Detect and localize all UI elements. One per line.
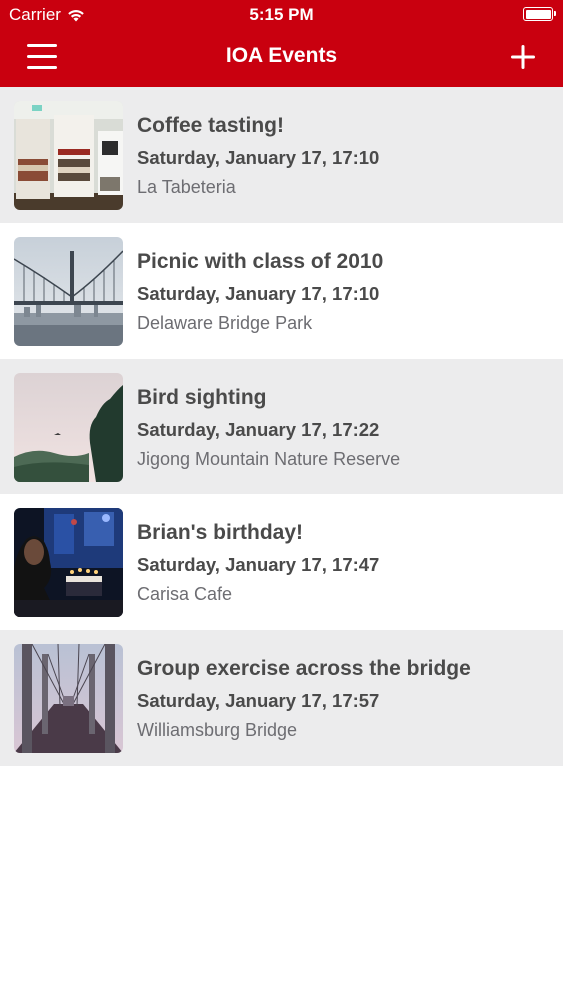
battery-icon [523, 7, 556, 21]
event-date: Saturday, January 17, 17:10 [137, 147, 380, 168]
event-title: Brian's birthday! [137, 521, 304, 545]
plus-icon [511, 45, 535, 69]
event-row[interactable]: Picnic with class of 2010 Saturday, Janu… [0, 222, 563, 359]
event-location: Delaware Bridge Park [137, 312, 313, 333]
status-bar: Carrier 5:15 PM [0, 0, 563, 30]
event-location: Jigong Mountain Nature Reserve [137, 448, 401, 469]
event-location: Williamsburg Bridge [137, 720, 298, 741]
bridge-skyline-photo [14, 236, 123, 346]
bridge-walkway-photo [14, 644, 123, 754]
event-list: Coffee tasting! Saturday, January 17, 17… [0, 87, 563, 766]
event-row[interactable]: Group exercise across the bridge Saturda… [0, 630, 563, 766]
event-row[interactable]: Brian's birthday! Saturday, January 17, … [0, 494, 563, 631]
navigation-bar: IOA Events [0, 30, 563, 87]
event-row[interactable]: Coffee tasting! Saturday, January 17, 17… [0, 87, 563, 223]
add-event-button[interactable] [505, 39, 541, 75]
birthday-cake-photo [14, 508, 123, 618]
event-location: La Tabeteria [137, 177, 236, 197]
event-title: Coffee tasting! [137, 114, 284, 137]
event-title: Group exercise across the bridge [137, 657, 471, 681]
event-date: Saturday, January 17, 17:57 [137, 690, 380, 712]
app-screen: Carrier 5:15 PM IOA Events Coffee tastin… [0, 0, 563, 1000]
event-row[interactable]: Bird sighting Saturday, January 17, 17:2… [0, 358, 563, 495]
event-title: Picnic with class of 2010 [137, 249, 384, 273]
mountain-bird-photo [14, 372, 123, 482]
top-bar: Carrier 5:15 PM IOA Events [0, 0, 563, 87]
page-title: IOA Events [225, 44, 338, 67]
status-time: 5:15 PM [249, 5, 314, 24]
coffee-bags-photo [14, 101, 123, 210]
event-location: Carisa Cafe [137, 584, 233, 605]
event-title: Bird sighting [137, 385, 267, 409]
event-date: Saturday, January 17, 17:47 [137, 554, 380, 576]
event-date: Saturday, January 17, 17:22 [137, 418, 380, 440]
event-date: Saturday, January 17, 17:10 [137, 282, 380, 304]
